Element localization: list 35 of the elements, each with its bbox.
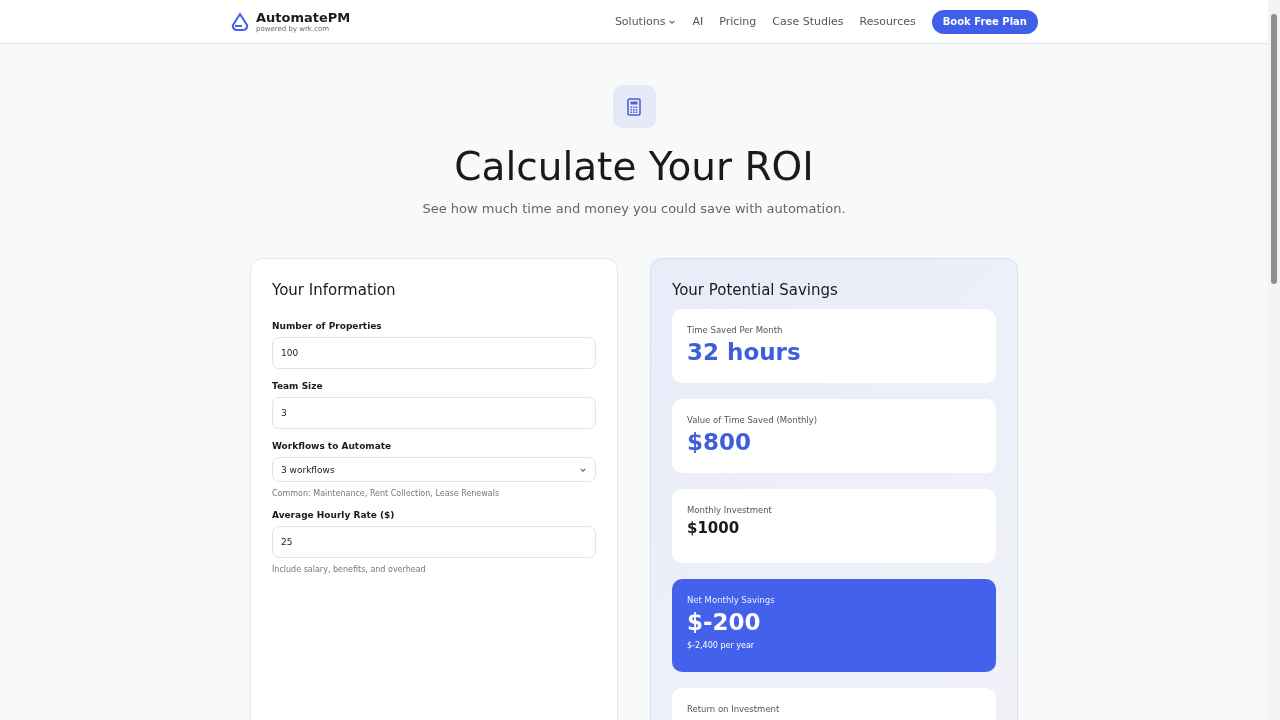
scrollbar[interactable]	[1268, 0, 1280, 720]
stat-label: Value of Time Saved (Monthly)	[687, 415, 819, 425]
logo-icon	[230, 11, 250, 32]
stat-label: Time Saved Per Month	[687, 325, 784, 335]
field-label: Team Size	[272, 381, 324, 391]
field-label: Workflows to Automate	[272, 441, 393, 451]
stat-note: $-2,400 per year	[687, 641, 756, 650]
stat-value: $800	[687, 429, 752, 455]
card-title: Your Potential Savings	[672, 281, 839, 299]
input-field[interactable]: 25	[272, 526, 596, 558]
brand-name[interactable]: AutomatePM	[256, 10, 351, 25]
page-title: Calculate Your ROI	[454, 144, 814, 189]
calculator-icon	[627, 97, 641, 116]
nav-link[interactable]: Resources	[859, 15, 916, 28]
stat-value: $1000	[687, 519, 741, 537]
field-hint: Common: Maintenance, Rent Collection, Lease Renewals	[272, 489, 501, 498]
field-label: Average Hourly Rate ($)	[272, 510, 396, 520]
page-subtitle: See how much time and money you could save with automation.	[422, 201, 846, 216]
input-field[interactable]: 3	[272, 397, 596, 429]
field-label: Number of Properties	[272, 321, 383, 331]
field-hint: Include salary, benefits, and overhead	[272, 565, 427, 574]
stat-value: $-200	[687, 609, 762, 635]
stat-label: Return on Investment	[687, 704, 781, 714]
stat-label: Monthly Investment	[687, 505, 773, 515]
nav-link[interactable]: Solutions	[614, 15, 677, 28]
nav-link[interactable]: Case Studies	[772, 15, 844, 28]
input-field[interactable]: 100	[272, 337, 596, 369]
stat-value: 32 hours	[687, 339, 802, 365]
card-title: Your Information	[272, 281, 397, 299]
stat-label: Net Monthly Savings	[687, 595, 776, 605]
nav-link[interactable]: Pricing	[719, 15, 757, 28]
book-plan-button[interactable]: Book Free Plan	[931, 9, 1038, 34]
workflows-select[interactable]: 3 workflows	[272, 457, 596, 482]
scroll-thumb[interactable]	[1271, 14, 1277, 284]
nav-link[interactable]: AI	[692, 15, 704, 28]
